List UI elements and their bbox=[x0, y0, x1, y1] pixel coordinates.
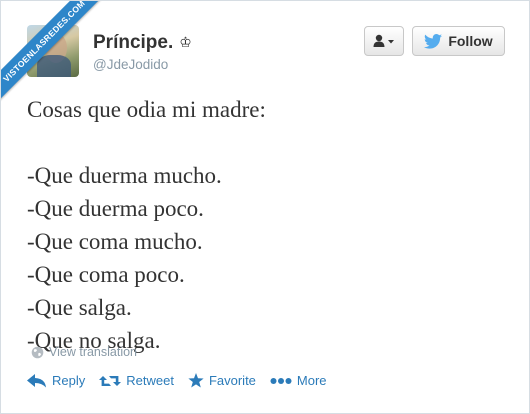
view-translation-label: View translation bbox=[49, 345, 138, 359]
tweet-line: -Que coma mucho. bbox=[27, 229, 203, 254]
retweet-button[interactable]: Retweet bbox=[99, 373, 174, 388]
crown-badge: ♔ bbox=[179, 35, 192, 51]
tweet-line: -Que coma poco. bbox=[27, 262, 185, 287]
tweet-actions: Reply Retweet Favorite More bbox=[27, 373, 341, 388]
twitter-bird-icon bbox=[424, 33, 443, 49]
reply-label: Reply bbox=[52, 373, 86, 388]
user-actions-button[interactable] bbox=[364, 26, 404, 56]
tweet-line: -Que duerma poco. bbox=[27, 196, 204, 221]
more-label: More bbox=[296, 373, 327, 388]
retweet-label: Retweet bbox=[126, 373, 174, 388]
reply-icon bbox=[27, 373, 46, 387]
more-dots-icon bbox=[270, 377, 292, 384]
tweet-line: -Que duerma mucho. bbox=[27, 163, 222, 188]
follow-button[interactable]: Follow bbox=[412, 26, 505, 56]
follow-label: Follow bbox=[448, 33, 493, 49]
watermark-ribbon: VISTOENLASREDES.COM bbox=[1, 1, 111, 111]
star-icon bbox=[188, 373, 204, 388]
favorite-label: Favorite bbox=[208, 373, 256, 388]
person-dropdown-icon bbox=[373, 34, 394, 47]
reply-button[interactable]: Reply bbox=[27, 373, 85, 388]
favorite-button[interactable]: Favorite bbox=[188, 373, 256, 388]
more-button[interactable]: More bbox=[270, 373, 327, 388]
globe-icon bbox=[31, 346, 44, 358]
view-translation-link[interactable]: View translation bbox=[31, 345, 137, 359]
tweet-line bbox=[27, 126, 507, 159]
tweet-text: Cosas que odia mi madre: -Que duerma muc… bbox=[27, 93, 507, 357]
watermark-text: VISTOENLASREDES.COM bbox=[1, 1, 111, 109]
tweet-line: -Que salga. bbox=[27, 295, 132, 320]
retweet-icon bbox=[99, 375, 122, 386]
tweet-card: VISTOENLASREDES.COM Príncipe. ♔ @JdeJodid… bbox=[0, 0, 530, 414]
